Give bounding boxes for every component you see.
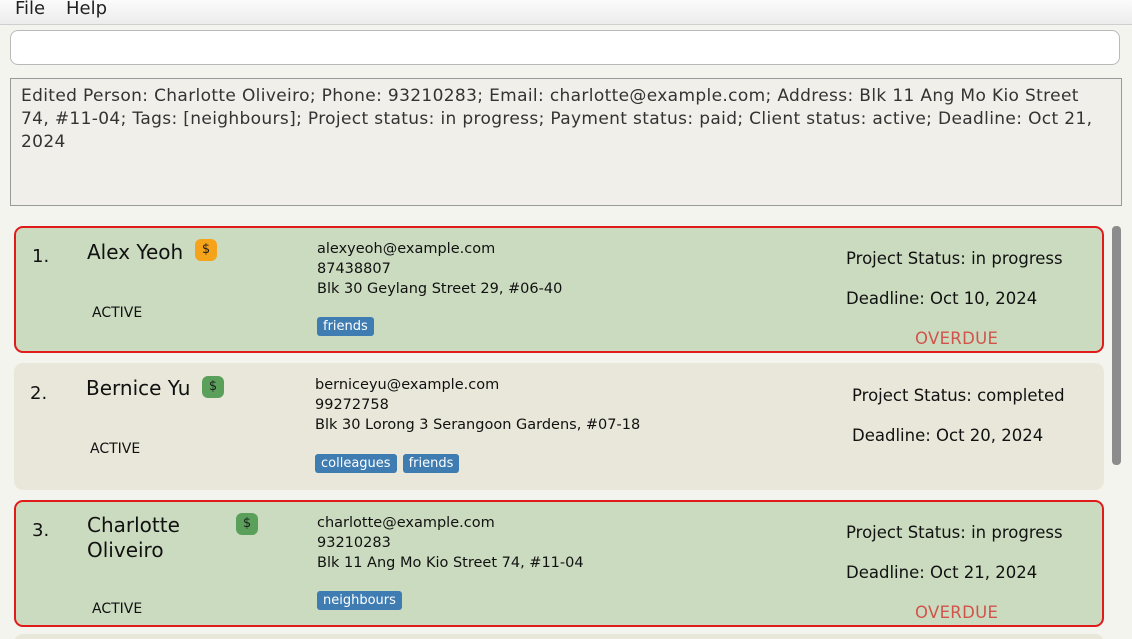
tag-list: colleagues friends [315,454,460,473]
person-name: Charlotte Oliveiro [87,513,180,563]
person-index: 1. [32,246,50,267]
client-status: ACTIVE [92,305,143,321]
person-name: Bernice Yu [86,376,191,400]
person-address: Blk 30 Lorong 3 Serangoon Gardens, #07-1… [315,417,641,433]
person-index: 2. [30,383,48,404]
person-list[interactable]: 1. Alex Yeoh $ ACTIVE alexyeoh@example.c… [0,218,1132,639]
contact-info: alexyeoh@example.com 87438807 Blk 30 Gey… [317,239,562,299]
client-status: ACTIVE [90,441,141,457]
dollar-icon: $ [202,376,224,398]
person-phone: 87438807 [317,261,391,277]
command-input[interactable] [10,30,1120,65]
tag-list: neighbours [317,591,402,610]
menu-file[interactable]: File [15,0,45,19]
contact-info: charlotte@example.com 93210283 Blk 11 An… [317,513,584,573]
overdue-label: OVERDUE [915,603,999,622]
person-name-line: Charlotte [87,513,180,537]
result-display: Edited Person: Charlotte Oliveiro; Phone… [10,78,1122,206]
deadline: Deadline: Oct 20, 2024 [852,426,1044,445]
contact-info: berniceyu@example.com 99272758 Blk 30 Lo… [315,375,640,435]
person-email: charlotte@example.com [317,515,495,531]
dollar-icon: $ [195,239,217,261]
person-card[interactable]: 1. Alex Yeoh $ ACTIVE alexyeoh@example.c… [14,226,1104,353]
deadline: Deadline: Oct 21, 2024 [846,563,1038,582]
tag: friends [317,317,374,336]
person-email: alexyeoh@example.com [317,241,496,257]
person-name: Alex Yeoh [87,240,184,264]
person-email: berniceyu@example.com [315,377,500,393]
menu-help[interactable]: Help [66,0,107,19]
menu-bar: File Help [0,0,1132,25]
project-status: Project Status: in progress [846,249,1063,268]
project-status: Project Status: completed [852,386,1065,405]
tag-list: friends [317,317,374,336]
person-name-line: Oliveiro [87,538,164,562]
tag: neighbours [317,591,402,610]
tag: colleagues [315,454,397,473]
person-phone: 93210283 [317,535,391,551]
person-index: 3. [32,520,50,541]
dollar-icon: $ [236,513,258,535]
deadline: Deadline: Oct 10, 2024 [846,289,1038,308]
overdue-label: OVERDUE [915,329,999,348]
tag: friends [402,454,460,473]
person-card[interactable]: 3. Charlotte Oliveiro $ ACTIVE charlotte… [14,500,1104,627]
client-status: ACTIVE [92,601,143,617]
project-status: Project Status: in progress [846,523,1063,542]
person-address: Blk 30 Geylang Street 29, #06-40 [317,281,563,297]
person-address: Blk 11 Ang Mo Kio Street 74, #11-04 [317,555,584,571]
list-scrollbar[interactable] [1112,226,1121,465]
person-card-partial[interactable] [14,634,1104,639]
person-card[interactable]: 2. Bernice Yu $ ACTIVE berniceyu@example… [14,363,1104,490]
person-phone: 99272758 [315,397,389,413]
